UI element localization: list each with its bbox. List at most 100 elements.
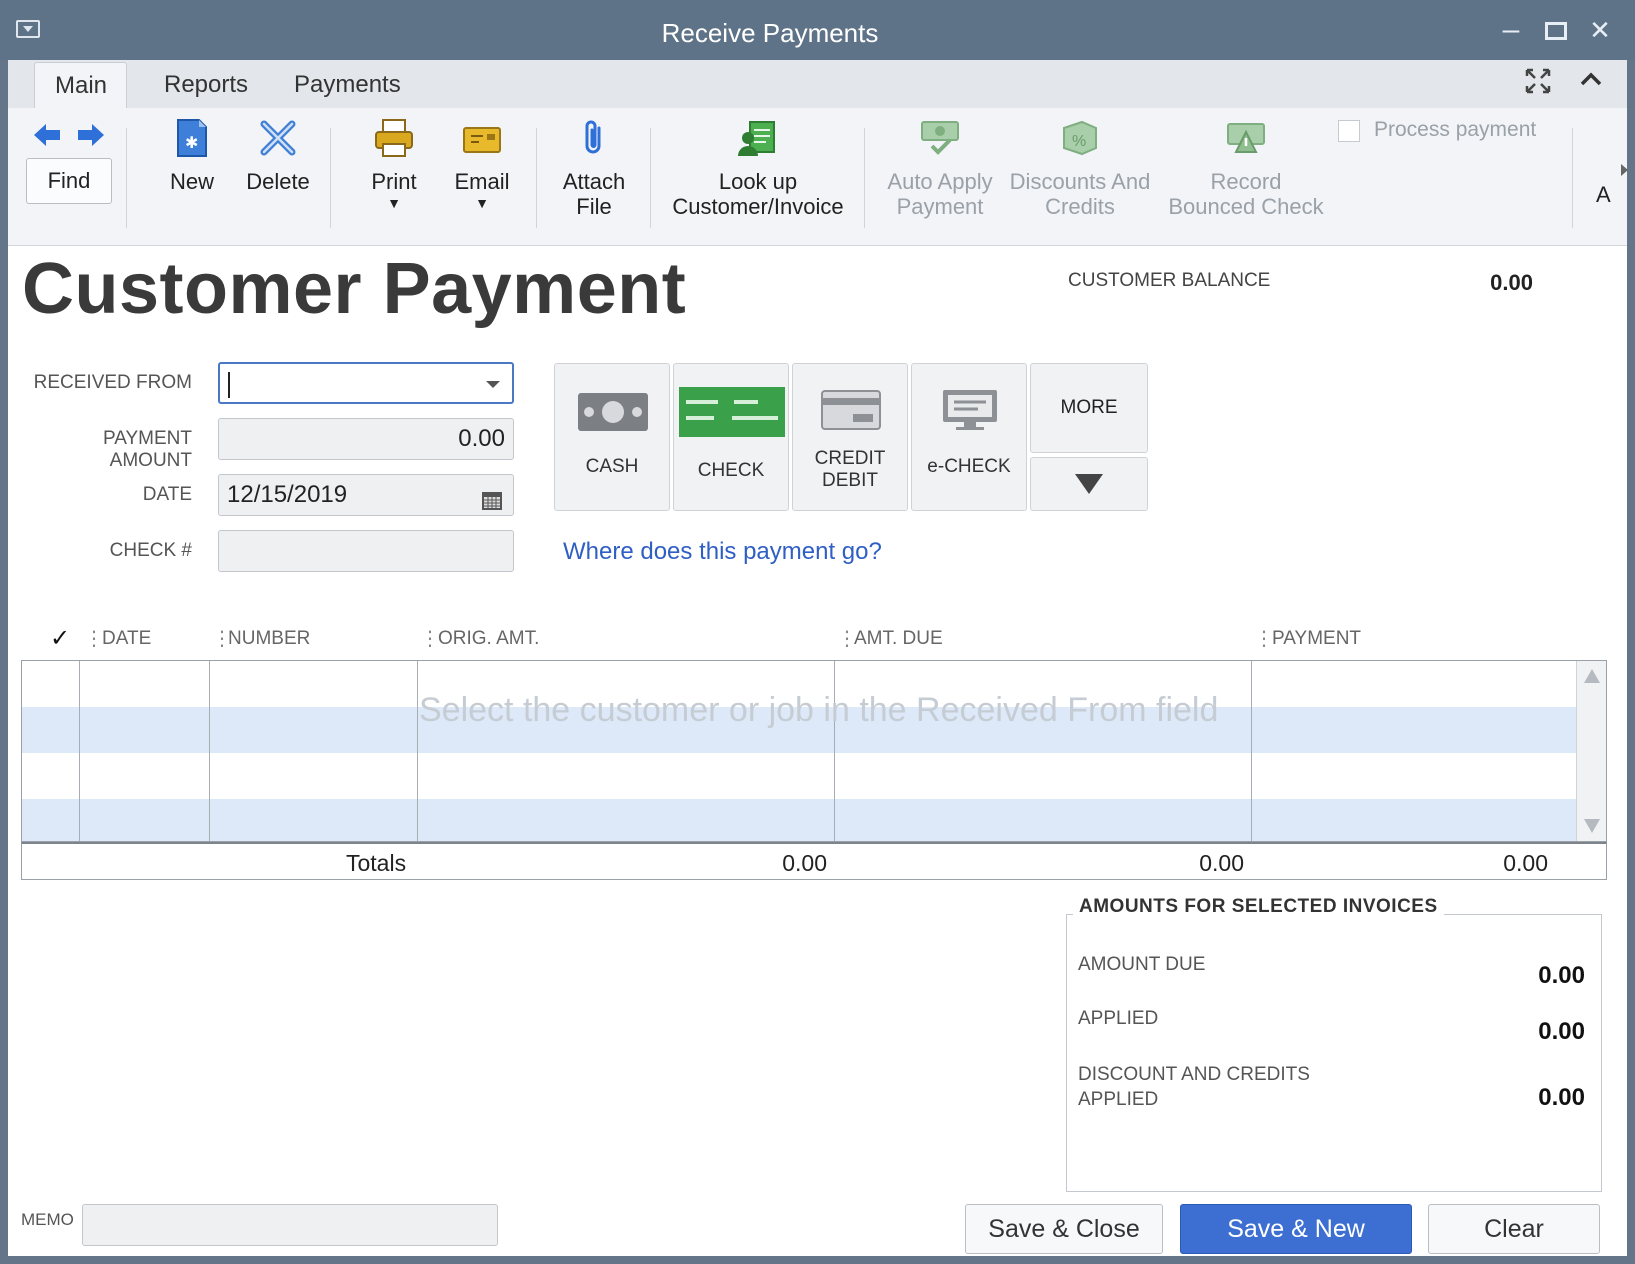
find-button[interactable]: Find — [26, 158, 112, 204]
toolbar-separator — [330, 128, 331, 228]
column-divider — [1251, 661, 1252, 841]
save-and-new-button[interactable]: Save & New — [1180, 1204, 1412, 1254]
payment-amount-field[interactable]: 0.00 — [218, 418, 514, 460]
check-icon — [678, 386, 786, 444]
ribbon-tabs: Main Reports Payments — [8, 60, 1627, 108]
chevron-down-icon[interactable] — [486, 381, 500, 395]
amounts-panel-title: AMOUNTS FOR SELECTED INVOICES — [1073, 896, 1444, 918]
scroll-up-icon[interactable] — [1584, 669, 1600, 683]
column-separator: ⋮ — [420, 628, 440, 650]
paperclip-icon — [554, 118, 634, 163]
forward-arrow-icon[interactable] — [76, 122, 106, 153]
toolbar-overflow-label[interactable]: A — [1596, 182, 1611, 208]
totals-row: Totals 0.00 0.00 0.00 — [21, 842, 1607, 880]
amount-due-value: 0.00 — [1538, 962, 1585, 989]
check-number-field[interactable] — [218, 530, 514, 572]
received-from-dropdown[interactable] — [218, 362, 514, 404]
discount-tag-icon: % — [1006, 118, 1154, 163]
tab-payments[interactable]: Payments — [274, 62, 421, 108]
toolbar-separator — [126, 128, 127, 228]
received-from-label: RECEIVED FROM — [33, 372, 192, 393]
tab-reports[interactable]: Reports — [144, 62, 268, 108]
check-column-header[interactable]: ✓ — [50, 624, 70, 652]
collapse-ribbon-icon[interactable] — [1578, 66, 1604, 99]
more-button[interactable]: MORE — [1030, 363, 1148, 453]
table-row[interactable] — [22, 799, 1578, 841]
credit-card-icon — [821, 390, 881, 436]
maximize-icon[interactable] — [1538, 12, 1574, 48]
window-title: Receive Payments — [661, 18, 879, 48]
svg-text:✱: ✱ — [185, 135, 198, 152]
toolbar-scroll-right-icon[interactable] — [1621, 164, 1634, 176]
more-dropdown-arrow-icon[interactable] — [1030, 457, 1148, 511]
process-payment-checkbox[interactable] — [1338, 120, 1360, 142]
total-payment: 0.00 — [1503, 850, 1548, 876]
applied-label: APPLIED — [1078, 1008, 1159, 1029]
text-cursor — [228, 371, 230, 398]
print-button[interactable]: Print ▼ — [356, 118, 432, 210]
printer-icon — [356, 118, 432, 163]
discounts-and-credits-button[interactable]: % Discounts And Credits — [1006, 118, 1154, 219]
receive-payments-window: Receive Payments – ✕ Main Reports Paymen… — [0, 0, 1635, 1264]
discount-credits-applied-value: 0.00 — [1538, 1084, 1585, 1111]
attach-file-button[interactable]: Attach File — [554, 118, 634, 219]
expand-icon[interactable] — [1525, 68, 1551, 101]
column-header-number[interactable]: NUMBER — [228, 628, 310, 654]
amount-due-label: AMOUNT DUE — [1078, 954, 1206, 975]
email-dropdown-caret[interactable]: ▼ — [442, 196, 522, 210]
delete-x-icon — [240, 118, 316, 163]
total-orig-amt: 0.00 — [782, 850, 827, 876]
email-button[interactable]: Email ▼ — [442, 118, 522, 210]
payment-amount-label: PAYMENT AMOUNT — [102, 428, 192, 471]
date-field[interactable]: 12/15/2019 — [218, 474, 514, 516]
table-scrollbar[interactable] — [1576, 661, 1606, 841]
email-envelope-icon — [442, 118, 522, 163]
customer-balance-value: 0.00 — [1490, 270, 1533, 295]
check-number-label: CHECK # — [109, 540, 192, 561]
payment-method-cash[interactable]: CASH — [554, 363, 670, 511]
invoices-table[interactable]: Select the customer or job in the Receiv… — [21, 660, 1607, 842]
payment-method-credit-debit[interactable]: CREDIT DEBIT — [792, 363, 908, 511]
new-document-icon: ✱ — [154, 118, 230, 163]
column-separator: ⋮ — [1254, 628, 1274, 650]
look-up-customer-invoice-button[interactable]: Look up Customer/Invoice — [668, 118, 848, 219]
close-icon[interactable]: ✕ — [1582, 12, 1618, 48]
bounced-check-icon — [1158, 118, 1334, 163]
discount-credits-applied-label: DISCOUNT AND CREDITS APPLIED — [1078, 1064, 1310, 1110]
memo-label: MEMO — [21, 1210, 74, 1229]
column-header-date[interactable]: DATE — [102, 628, 151, 654]
payment-method-check[interactable]: CHECK — [673, 363, 789, 511]
customer-lookup-icon — [668, 118, 848, 163]
auto-apply-payment-button[interactable]: Auto Apply Payment — [880, 118, 1000, 219]
back-arrow-icon[interactable] — [32, 122, 62, 153]
svg-text:%: % — [1072, 133, 1086, 150]
page-title: Customer Payment — [22, 249, 687, 329]
cash-icon — [577, 392, 649, 438]
toolbar-separator — [1572, 128, 1573, 228]
totals-label: Totals — [346, 850, 407, 876]
table-row[interactable] — [22, 753, 1578, 799]
toolbar-separator — [536, 128, 537, 228]
where-does-payment-go-link[interactable]: Where does this payment go? — [563, 538, 882, 566]
column-header-payment[interactable]: PAYMENT — [1272, 628, 1361, 654]
record-bounced-check-button[interactable]: Record Bounced Check — [1158, 118, 1334, 219]
column-header-amt-due[interactable]: AMT. DUE — [854, 628, 943, 654]
memo-field[interactable] — [82, 1204, 498, 1246]
applied-value: 0.00 — [1538, 1018, 1585, 1045]
print-dropdown-caret[interactable]: ▼ — [356, 196, 432, 210]
save-and-close-button[interactable]: Save & Close — [965, 1204, 1163, 1254]
column-header-orig-amt[interactable]: ORIG. AMT. — [438, 628, 539, 654]
title-bar: Receive Payments – ✕ — [0, 0, 1635, 60]
tab-main[interactable]: Main — [34, 62, 127, 108]
auto-apply-icon — [880, 118, 1000, 163]
minimize-icon[interactable]: – — [1493, 12, 1529, 48]
empty-table-hint: Select the customer or job in the Receiv… — [419, 691, 1219, 729]
scroll-down-icon[interactable] — [1584, 819, 1600, 833]
date-label: DATE — [142, 484, 192, 505]
delete-button[interactable]: Delete — [240, 118, 316, 194]
column-divider — [209, 661, 210, 841]
new-button[interactable]: ✱ New — [154, 118, 230, 194]
clear-button[interactable]: Clear — [1428, 1204, 1600, 1254]
calendar-icon[interactable] — [481, 484, 503, 524]
payment-method-echeck[interactable]: e-CHECK — [911, 363, 1027, 511]
